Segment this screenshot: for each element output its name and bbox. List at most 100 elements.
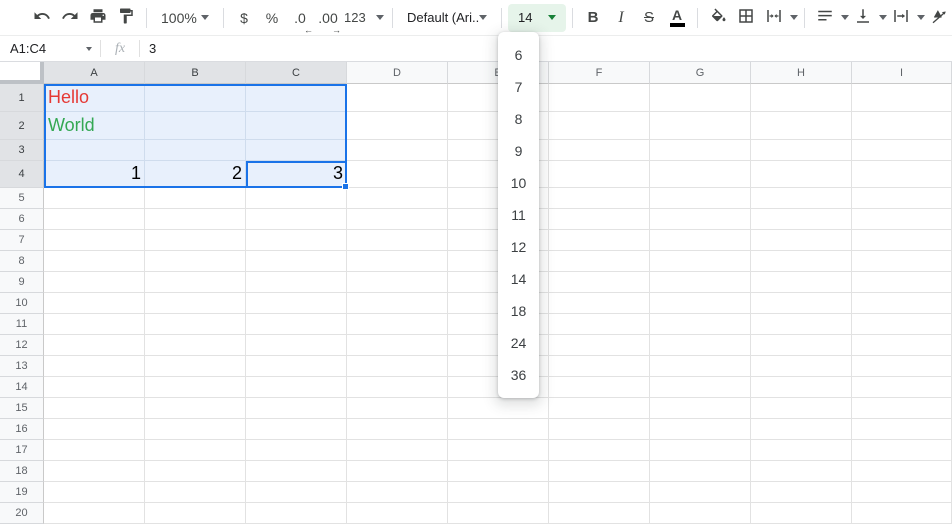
- cell[interactable]: [751, 230, 852, 251]
- format-percent-button[interactable]: %: [258, 4, 286, 32]
- cell[interactable]: [852, 251, 952, 272]
- row-header-4[interactable]: 4: [0, 161, 44, 188]
- cell[interactable]: [751, 398, 852, 419]
- cell[interactable]: [347, 314, 448, 335]
- font-size-option-6[interactable]: 6: [498, 39, 539, 71]
- cell[interactable]: [347, 293, 448, 314]
- cell[interactable]: [448, 461, 549, 482]
- cell[interactable]: [650, 161, 751, 188]
- cell[interactable]: [145, 503, 246, 524]
- cell[interactable]: [145, 84, 246, 112]
- cell[interactable]: [852, 335, 952, 356]
- cell[interactable]: [549, 398, 650, 419]
- cell[interactable]: [44, 272, 145, 293]
- font-size-option-11[interactable]: 11: [498, 199, 539, 231]
- print-button[interactable]: [84, 4, 112, 32]
- cell[interactable]: [852, 461, 952, 482]
- cell[interactable]: [246, 440, 347, 461]
- cell[interactable]: [347, 161, 448, 188]
- borders-button[interactable]: [732, 4, 760, 32]
- cell[interactable]: [347, 419, 448, 440]
- row-header-17[interactable]: 17: [0, 440, 44, 461]
- cell[interactable]: [347, 461, 448, 482]
- cell[interactable]: [650, 251, 751, 272]
- cell[interactable]: [246, 356, 347, 377]
- cell[interactable]: [44, 293, 145, 314]
- cell[interactable]: [145, 112, 246, 140]
- paint-format-button[interactable]: [112, 4, 140, 32]
- strikethrough-button[interactable]: S: [635, 4, 663, 32]
- cell[interactable]: [549, 140, 650, 161]
- cell[interactable]: [448, 440, 549, 461]
- row-header-9[interactable]: 9: [0, 272, 44, 293]
- row-header-8[interactable]: 8: [0, 251, 44, 272]
- cell[interactable]: [549, 461, 650, 482]
- fill-color-button[interactable]: [704, 4, 732, 32]
- cell[interactable]: [246, 335, 347, 356]
- row-header-13[interactable]: 13: [0, 356, 44, 377]
- font-size-option-9[interactable]: 9: [498, 135, 539, 167]
- fill-handle[interactable]: [342, 183, 349, 190]
- cell[interactable]: [650, 440, 751, 461]
- cell[interactable]: [145, 482, 246, 503]
- merge-cells-button[interactable]: [760, 4, 798, 32]
- cell[interactable]: [246, 112, 347, 140]
- cell[interactable]: [650, 461, 751, 482]
- font-size-option-36[interactable]: 36: [498, 359, 539, 391]
- cell[interactable]: [650, 293, 751, 314]
- cell[interactable]: [145, 209, 246, 230]
- cell[interactable]: [650, 230, 751, 251]
- text-wrap-button[interactable]: [887, 4, 925, 32]
- cell[interactable]: [44, 335, 145, 356]
- row-header-18[interactable]: 18: [0, 461, 44, 482]
- cell[interactable]: [852, 377, 952, 398]
- cell[interactable]: [650, 419, 751, 440]
- font-size-select[interactable]: 14: [508, 4, 566, 32]
- cell[interactable]: [549, 335, 650, 356]
- font-size-option-10[interactable]: 10: [498, 167, 539, 199]
- cell[interactable]: [650, 112, 751, 140]
- cell[interactable]: [347, 251, 448, 272]
- cell[interactable]: [347, 209, 448, 230]
- cell[interactable]: [44, 482, 145, 503]
- cell[interactable]: [852, 419, 952, 440]
- cell[interactable]: [347, 140, 448, 161]
- cell[interactable]: [145, 461, 246, 482]
- cell[interactable]: [549, 314, 650, 335]
- cell[interactable]: [145, 230, 246, 251]
- cell[interactable]: [347, 482, 448, 503]
- cell[interactable]: [448, 398, 549, 419]
- cell[interactable]: [145, 356, 246, 377]
- cell[interactable]: [751, 461, 852, 482]
- cell[interactable]: [549, 419, 650, 440]
- cell[interactable]: [347, 398, 448, 419]
- cell[interactable]: [44, 251, 145, 272]
- cell[interactable]: [751, 272, 852, 293]
- cell[interactable]: [650, 84, 751, 112]
- cell[interactable]: [44, 377, 145, 398]
- cell[interactable]: [751, 440, 852, 461]
- cell[interactable]: [145, 293, 246, 314]
- cell[interactable]: [246, 293, 347, 314]
- cell[interactable]: [852, 161, 952, 188]
- cell[interactable]: [549, 440, 650, 461]
- cell[interactable]: [145, 140, 246, 161]
- font-size-option-18[interactable]: 18: [498, 295, 539, 327]
- cell[interactable]: [44, 461, 145, 482]
- cell[interactable]: [751, 314, 852, 335]
- cell[interactable]: [549, 112, 650, 140]
- italic-button[interactable]: I: [607, 4, 635, 32]
- row-header-6[interactable]: 6: [0, 209, 44, 230]
- cell[interactable]: [852, 314, 952, 335]
- font-size-option-7[interactable]: 7: [498, 71, 539, 103]
- text-rotation-button[interactable]: [925, 4, 952, 32]
- cell[interactable]: [246, 377, 347, 398]
- cell[interactable]: [852, 188, 952, 209]
- row-header-5[interactable]: 5: [0, 188, 44, 209]
- cell[interactable]: [246, 398, 347, 419]
- row-header-16[interactable]: 16: [0, 419, 44, 440]
- cell[interactable]: [347, 272, 448, 293]
- cell[interactable]: [650, 188, 751, 209]
- cell[interactable]: [549, 293, 650, 314]
- cell[interactable]: [246, 209, 347, 230]
